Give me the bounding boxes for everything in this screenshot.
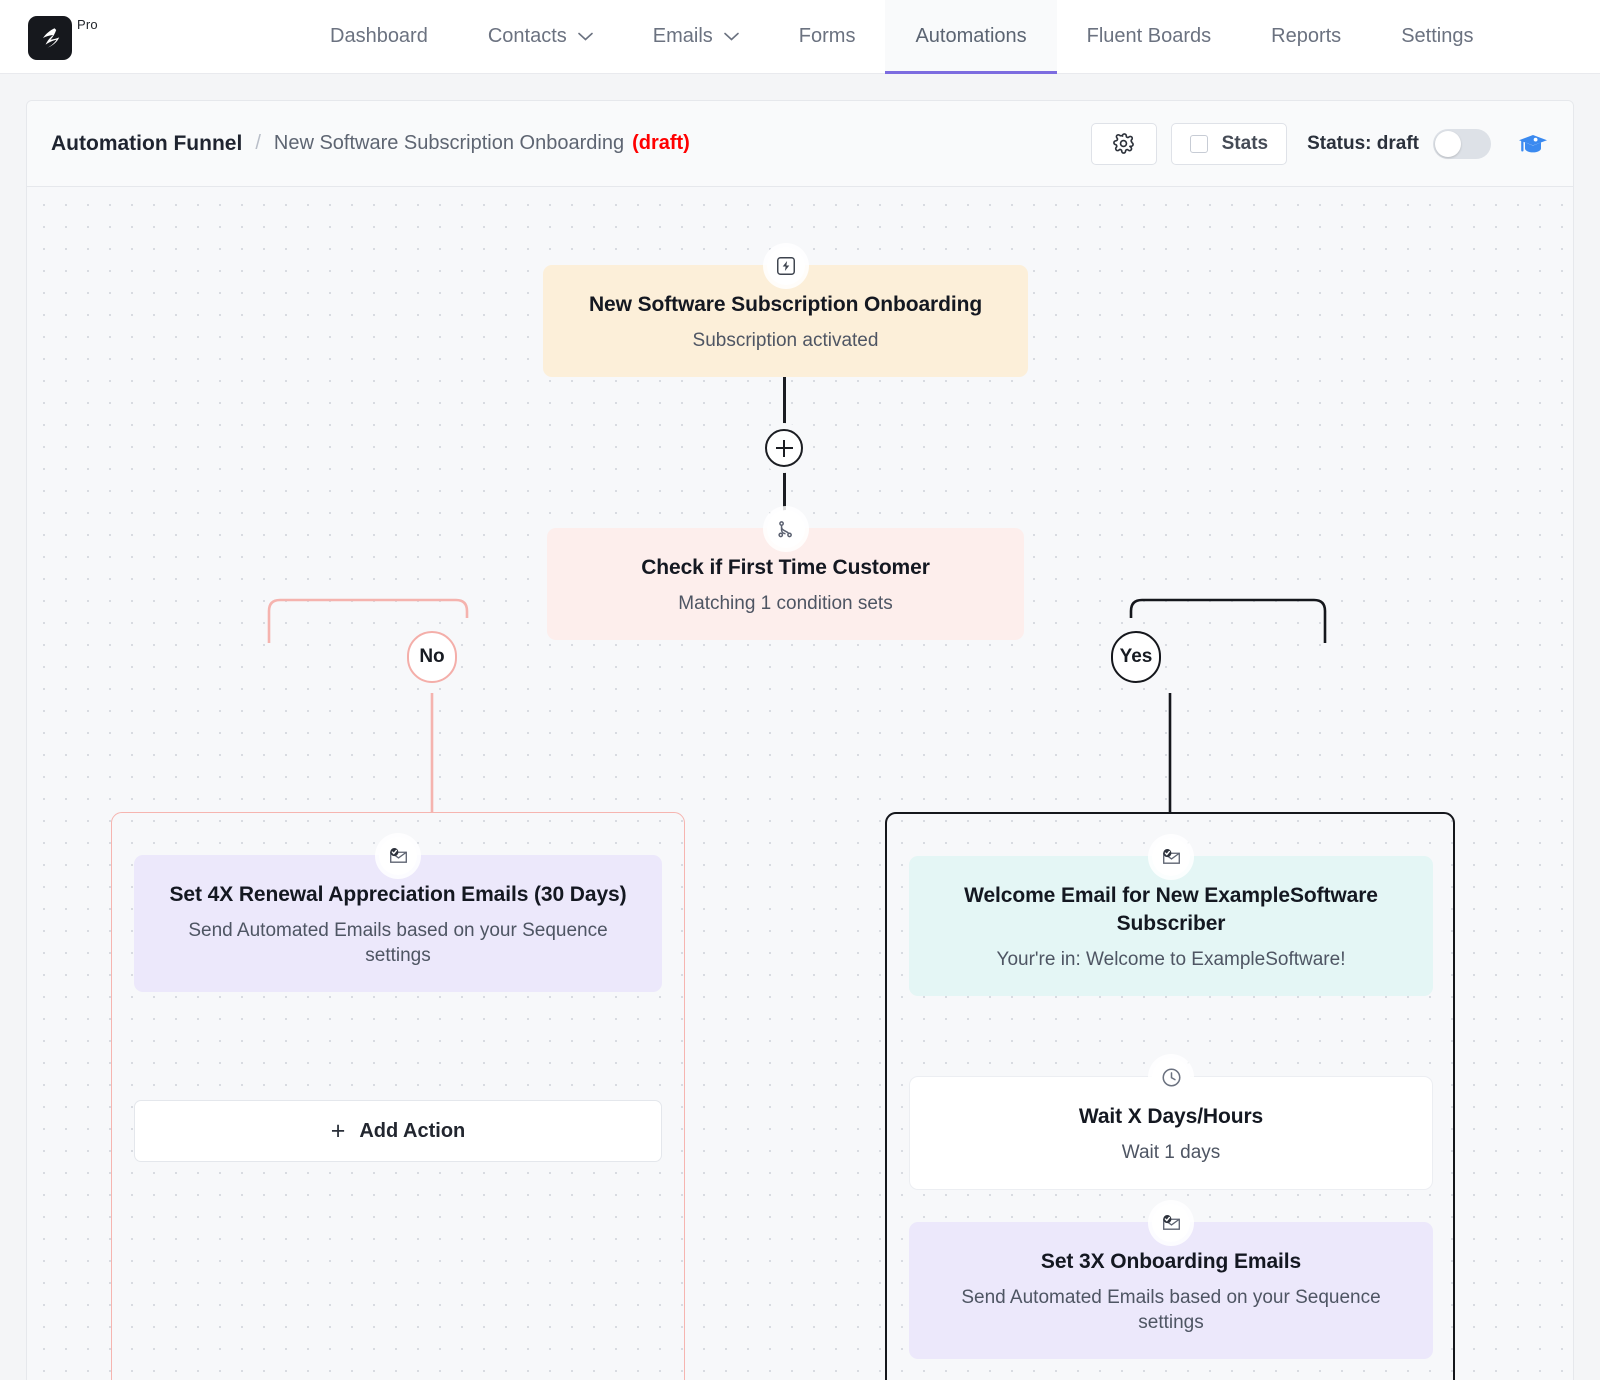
step-subtitle: Send Automated Emails based on your Sequ… bbox=[961, 1287, 1381, 1334]
breadcrumb-root[interactable]: Automation Funnel bbox=[51, 132, 242, 156]
step-title: Welcome Email for New ExampleSoftware Su… bbox=[964, 884, 1378, 936]
nav-item-label: Reports bbox=[1271, 25, 1342, 47]
connector-trigger-to-add bbox=[783, 376, 786, 433]
branch-container-no: Set 4X Renewal Appreciation Emails (30 D… bbox=[111, 812, 685, 1380]
automation-panel: Automation Funnel / New Software Subscri… bbox=[26, 100, 1574, 1380]
settings-button[interactable] bbox=[1090, 122, 1157, 165]
branch-badge-yes[interactable]: Yes bbox=[1111, 631, 1161, 683]
branch-badge-yes-label: Yes bbox=[1119, 646, 1153, 667]
lightning-bolt-icon bbox=[766, 247, 805, 285]
step-title: Set 3X Onboarding Emails bbox=[1040, 1250, 1302, 1273]
nav-item-label: Contacts bbox=[487, 25, 567, 47]
conditional-node[interactable]: Check if First Time Customer Matching 1 … bbox=[547, 510, 1024, 641]
trigger-title: New Software Subscription Onboarding bbox=[588, 293, 983, 316]
status-label: Status: draft bbox=[1307, 132, 1419, 154]
branch-badge-no-label: No bbox=[419, 646, 445, 667]
chevron-down-icon bbox=[723, 32, 739, 41]
breadcrumb-current: New Software Subscription Onboarding bbox=[273, 132, 625, 154]
conditional-title: Check if First Time Customer bbox=[641, 556, 930, 579]
step-subtitle: Send Automated Emails based on your Sequ… bbox=[188, 920, 608, 967]
branch-yes-step-2[interactable]: Wait X Days/Hours Wait 1 days bbox=[909, 1058, 1433, 1191]
trigger-subtitle: Subscription activated bbox=[692, 330, 879, 352]
nav-item-label: Dashboard bbox=[330, 25, 428, 47]
nav-item-fluent-boards[interactable]: Fluent Boards bbox=[1057, 0, 1242, 73]
nav-item-label: Fluent Boards bbox=[1086, 25, 1212, 47]
branch-badge-no[interactable]: No bbox=[407, 631, 457, 683]
conditional-subtitle: Matching 1 condition sets bbox=[678, 593, 893, 615]
header-actions: Stats Status: draft bbox=[1090, 122, 1549, 165]
nav-item-dashboard[interactable]: Dashboard bbox=[300, 0, 458, 73]
branch-yes-step-1[interactable]: Welcome Email for New ExampleSoftware Su… bbox=[909, 838, 1433, 997]
clock-icon bbox=[1152, 1058, 1190, 1096]
automation-canvas[interactable]: New Software Subscription Onboarding Sub… bbox=[27, 188, 1573, 1380]
step-title: Set 4X Renewal Appreciation Emails (30 D… bbox=[169, 883, 627, 906]
branch-container-yes: Welcome Email for New ExampleSoftware Su… bbox=[885, 812, 1455, 1380]
step-subtitle: Your're in: Welcome to ExampleSoftware! bbox=[996, 949, 1346, 971]
brand-logo-area[interactable]: Pro bbox=[0, 0, 300, 73]
nav-item-contacts[interactable]: Contacts bbox=[458, 0, 623, 73]
email-sequence-icon bbox=[1152, 838, 1190, 876]
branch-yes-step-3[interactable]: Set 3X Onboarding Emails Send Automated … bbox=[909, 1204, 1433, 1360]
nav-item-label: Emails bbox=[652, 25, 713, 47]
plus-icon: + bbox=[330, 1116, 346, 1145]
nav-item-forms[interactable]: Forms bbox=[769, 0, 886, 73]
status-toggle-switch[interactable] bbox=[1433, 128, 1491, 159]
chevron-down-icon bbox=[577, 32, 593, 41]
top-navigation-bar: Pro Dashboard Contacts Emails Forms Auto… bbox=[0, 0, 1600, 74]
breadcrumb-separator: / bbox=[255, 132, 261, 154]
nav-items: Dashboard Contacts Emails Forms Automati… bbox=[300, 0, 1600, 74]
draft-status-tag: (draft) bbox=[632, 132, 690, 154]
nav-item-label: Automations bbox=[915, 25, 1027, 47]
email-sequence-icon bbox=[379, 837, 417, 875]
fluent-logo-icon bbox=[28, 16, 72, 60]
pro-badge-label: Pro bbox=[77, 17, 98, 32]
add-step-button[interactable] bbox=[765, 429, 803, 467]
gear-icon bbox=[1112, 132, 1135, 155]
nav-item-emails[interactable]: Emails bbox=[623, 0, 769, 73]
stats-checkbox[interactable] bbox=[1189, 134, 1208, 153]
nav-item-reports[interactable]: Reports bbox=[1241, 0, 1371, 73]
panel-header: Automation Funnel / New Software Subscri… bbox=[27, 101, 1573, 187]
stats-toggle-button[interactable]: Stats bbox=[1170, 122, 1288, 165]
graduation-cap-icon bbox=[1517, 130, 1549, 158]
help-button[interactable] bbox=[1517, 130, 1549, 158]
branch-icon bbox=[766, 510, 805, 548]
branch-no-step-1-card[interactable]: Set 4X Renewal Appreciation Emails (30 D… bbox=[134, 855, 662, 993]
branch-no-add-action-button[interactable]: + Add Action bbox=[134, 1100, 662, 1162]
stats-label: Stats bbox=[1221, 132, 1269, 154]
add-action-label: Add Action bbox=[359, 1119, 466, 1142]
branch-no-step-1[interactable]: Set 4X Renewal Appreciation Emails (30 D… bbox=[134, 837, 662, 993]
nav-item-label: Forms bbox=[798, 25, 856, 47]
toggle-knob bbox=[1435, 130, 1461, 157]
nav-item-settings[interactable]: Settings bbox=[1371, 0, 1503, 73]
nav-item-automations[interactable]: Automations bbox=[885, 0, 1057, 74]
nav-item-label: Settings bbox=[1401, 25, 1474, 47]
step-title: Wait X Days/Hours bbox=[1078, 1105, 1264, 1128]
email-sequence-icon bbox=[1152, 1204, 1190, 1242]
trigger-node[interactable]: New Software Subscription Onboarding Sub… bbox=[543, 247, 1028, 378]
step-subtitle: Wait 1 days bbox=[1121, 1142, 1221, 1164]
automation-builder-app: Pro Dashboard Contacts Emails Forms Auto… bbox=[0, 0, 1600, 1380]
branch-yes-step-1-card[interactable]: Welcome Email for New ExampleSoftware Su… bbox=[909, 856, 1433, 997]
branch-yes-step-3-card[interactable]: Set 3X Onboarding Emails Send Automated … bbox=[909, 1222, 1433, 1360]
